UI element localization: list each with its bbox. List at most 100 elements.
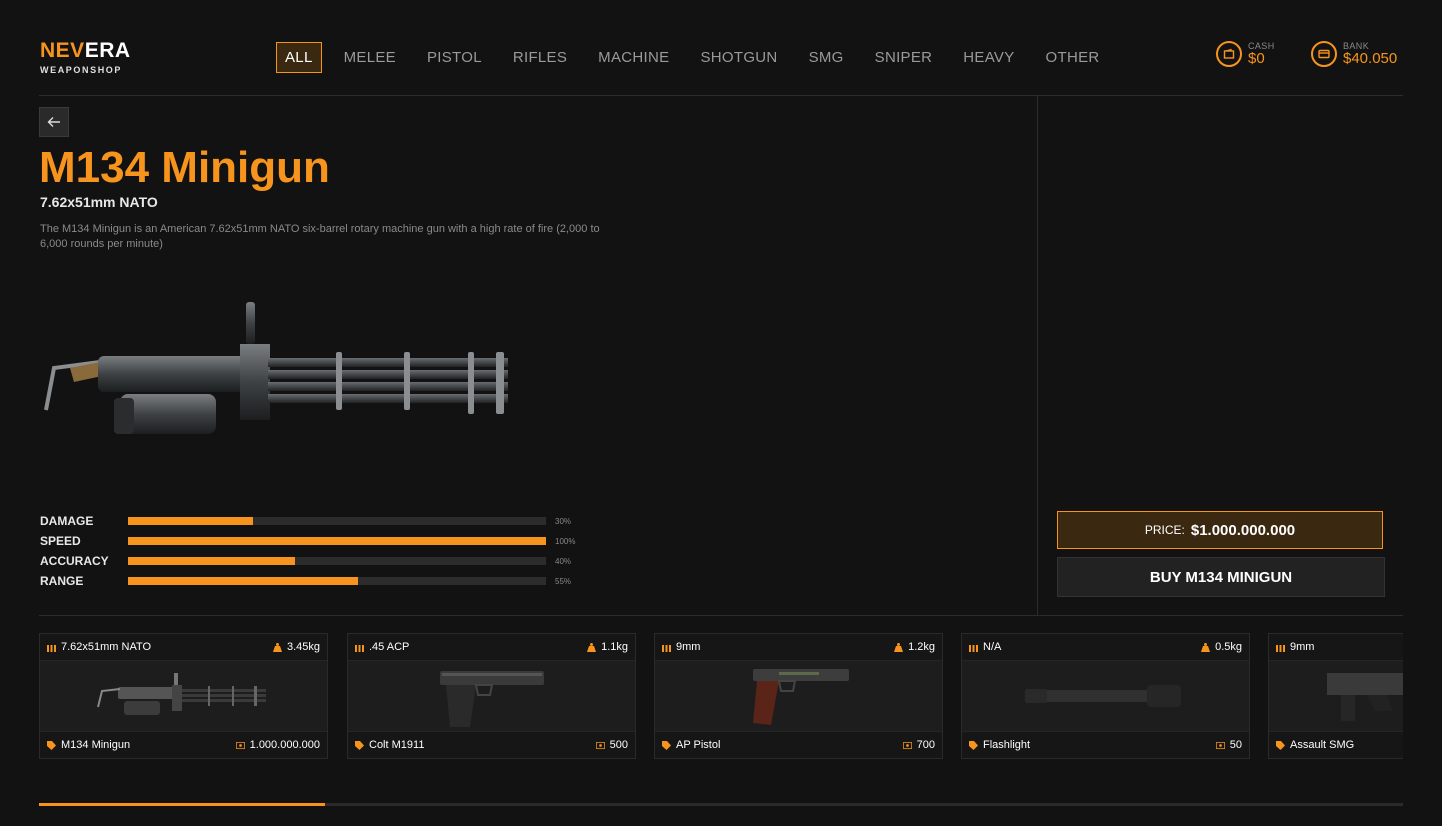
stat-bar-fill [128, 577, 358, 585]
stat-percent: 40% [555, 556, 572, 566]
card-image-smg [1269, 661, 1403, 731]
ammo-icon [969, 643, 978, 652]
stat-bar-track [128, 577, 546, 585]
cash-display: CASH $0 [1216, 41, 1275, 67]
card-header: N/A 0.5kg [962, 634, 1249, 661]
bank-value: $40.050 [1343, 50, 1398, 67]
tab-melee[interactable]: MELEE [335, 42, 405, 73]
brand-name: NEVERA [40, 40, 131, 62]
card-icon [1311, 41, 1337, 67]
weight-icon [272, 642, 282, 652]
card-ammo: 9mm [676, 641, 701, 653]
stat-bar-fill [128, 557, 296, 565]
brand-subtitle: WEAPONSHOP [40, 65, 123, 75]
card-ammo: N/A [983, 641, 1002, 653]
tab-heavy[interactable]: HEAVY [954, 42, 1023, 73]
tag-icon [1276, 740, 1285, 750]
weight-icon [1201, 642, 1211, 652]
cash-value: $0 [1248, 50, 1265, 67]
weapon-description: The M134 Minigun is an American 7.62x51m… [40, 223, 600, 250]
money-icon [902, 741, 912, 750]
card-footer: Assault SMG [1269, 731, 1403, 758]
weapon-carousel: 7.62x51mm NATO 3.45kg M134 Minigun 1.000… [39, 633, 1403, 759]
brand-name-part1: NEV [40, 39, 85, 62]
tab-sniper[interactable]: SNIPER [866, 42, 942, 73]
category-nav: ALL MELEE PISTOL RIFLES MACHINE SHOTGUN … [276, 42, 1122, 73]
tab-smg[interactable]: SMG [800, 42, 853, 73]
card-footer: M134 Minigun 1.000.000.000 [40, 731, 327, 758]
tag-icon [355, 740, 364, 750]
stat-bar-fill [128, 517, 254, 525]
card-weight: 0.5kg [1215, 641, 1242, 653]
weapon-card[interactable]: 9mm Assault SMG [1268, 633, 1403, 759]
card-image-appistol [655, 661, 942, 731]
card-header: 9mm 1.2kg [655, 634, 942, 661]
price-label: PRICE: [1144, 523, 1185, 537]
card-ammo: 9mm [1290, 641, 1315, 653]
money-icon [595, 741, 605, 750]
brand-logo: NEVERA WEAPONSHOP [40, 40, 131, 76]
card-name: AP Pistol [676, 739, 721, 751]
card-footer: Colt M1911 500 [348, 731, 635, 758]
section-divider [39, 615, 1403, 616]
card-name: Assault SMG [1290, 739, 1355, 751]
ammo-icon [355, 643, 364, 652]
card-image-flashlight [962, 661, 1249, 731]
card-name: Colt M1911 [369, 739, 425, 751]
weapon-caliber: 7.62x51mm NATO [40, 194, 158, 210]
weapon-card[interactable]: 7.62x51mm NATO 3.45kg M134 Minigun 1.000… [39, 633, 328, 759]
tab-pistol[interactable]: PISTOL [418, 42, 491, 73]
card-footer: AP Pistol 700 [655, 731, 942, 758]
card-header: 7.62x51mm NATO 3.45kg [40, 634, 327, 661]
card-price: 50 [1229, 739, 1242, 751]
card-price: 500 [609, 739, 628, 751]
stat-percent: 30% [555, 516, 572, 526]
card-ammo: 7.62x51mm NATO [61, 641, 152, 653]
stat-bar-track [128, 557, 546, 565]
stat-label: ACCURACY [40, 554, 109, 568]
weapon-stats: DAMAGE 30% SPEED 100% ACCURACY 40% RANGE… [40, 511, 575, 591]
card-name: Flashlight [983, 739, 1031, 751]
tab-other[interactable]: OTHER [1037, 42, 1109, 73]
stat-row-speed: SPEED 100% [40, 531, 575, 551]
tag-icon [662, 740, 671, 750]
card-weight: 1.1kg [601, 641, 628, 653]
weapon-card[interactable]: .45 ACP 1.1kg Colt M1911 500 [347, 633, 636, 759]
ammo-icon [1276, 643, 1285, 652]
buy-button[interactable]: BUY M134 MINIGUN [1057, 557, 1385, 597]
stat-row-damage: DAMAGE 30% [40, 511, 575, 531]
stat-label: SPEED [40, 534, 81, 548]
tab-rifles[interactable]: RIFLES [504, 42, 576, 73]
tab-machine[interactable]: MACHINE [589, 42, 678, 73]
card-image-minigun [40, 661, 327, 731]
card-weight: 3.45kg [286, 641, 320, 653]
stat-row-accuracy: ACCURACY 40% [40, 551, 575, 571]
back-button[interactable] [39, 107, 69, 137]
card-header: 9mm [1269, 634, 1403, 661]
brand-name-part2: ERA [84, 39, 131, 62]
tab-shotgun[interactable]: SHOTGUN [691, 42, 786, 73]
weapon-card[interactable]: N/A 0.5kg Flashlight 50 [961, 633, 1250, 759]
weapon-image [40, 298, 520, 453]
carousel-scrollbar[interactable] [39, 803, 1403, 806]
card-header: .45 ACP 1.1kg [348, 634, 635, 661]
card-price: 700 [916, 739, 935, 751]
card-footer: Flashlight 50 [962, 731, 1249, 758]
stat-bar-track [128, 537, 546, 545]
weapon-card[interactable]: 9mm 1.2kg AP Pistol 700 [654, 633, 943, 759]
wallet-icon [1216, 41, 1242, 67]
carousel-scrollbar-thumb[interactable] [39, 803, 326, 806]
panel-divider [1037, 96, 1038, 615]
stat-label: DAMAGE [40, 514, 94, 528]
bank-display: BANK $40.050 [1311, 41, 1397, 67]
money-icon [1215, 741, 1225, 750]
card-weight: 1.2kg [908, 641, 935, 653]
weapon-title: M134 Minigun [39, 143, 330, 192]
tab-all[interactable]: ALL [276, 42, 322, 73]
stat-bar-fill [128, 537, 546, 545]
stat-percent: 100% [555, 536, 576, 546]
tag-icon [969, 740, 978, 750]
price-display: PRICE: $1.000.000.000 [1057, 511, 1383, 549]
stat-bar-track [128, 517, 546, 525]
money-icon [235, 741, 245, 750]
